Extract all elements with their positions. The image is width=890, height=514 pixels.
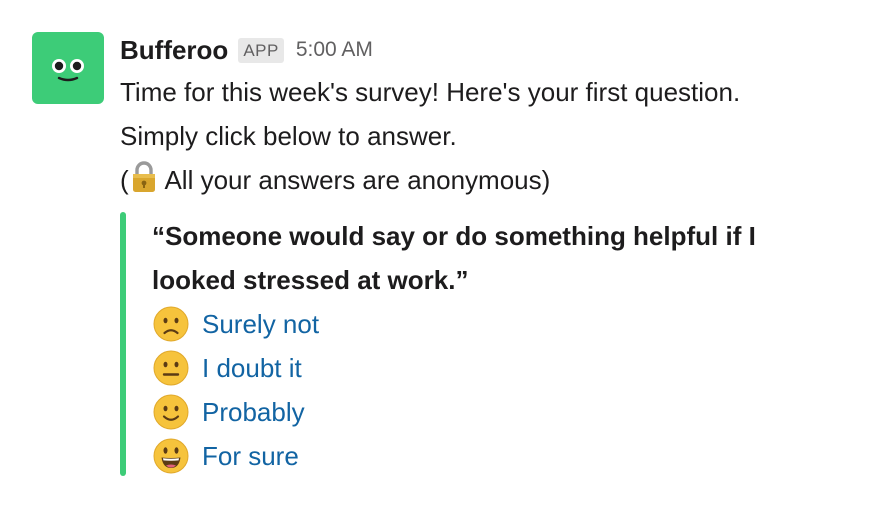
neutral-face-icon [153, 350, 189, 386]
message-timestamp[interactable]: 5:00 AM [296, 38, 373, 62]
option-label[interactable]: Surely not [202, 309, 319, 340]
option-label[interactable]: For sure [202, 441, 299, 472]
sender-name[interactable]: Bufferoo [120, 35, 228, 66]
survey-question-line-2: looked stressed at work.” [152, 265, 469, 295]
option-label[interactable]: Probably [202, 397, 305, 428]
anonymous-note: All your answers are anonymous) [158, 165, 551, 195]
option-i-doubt-it[interactable]: I doubt it [152, 346, 752, 390]
bufferoo-face-icon [52, 59, 84, 82]
attachment-accent-bar [120, 212, 126, 476]
app-badge: APP [238, 37, 284, 63]
option-for-sure[interactable]: For sure [152, 434, 752, 478]
slightly-frowning-face-icon [153, 306, 189, 342]
survey-options: Surely not I doubt it Probably For sure [152, 302, 752, 478]
message-line-2: Simply click below to answer. [120, 121, 457, 151]
survey-question: “Someone would say or do something helpf… [152, 214, 812, 302]
message-header: Bufferoo APP 5:00 AM [120, 30, 880, 70]
message-line-3: ( All your answers are anonymous) [120, 158, 880, 202]
paren-open: ( [120, 165, 129, 195]
survey-attachment: “Someone would say or do something helpf… [120, 212, 840, 476]
slightly-smiling-face-icon [153, 394, 189, 430]
option-label[interactable]: I doubt it [202, 353, 302, 384]
survey-question-line-1: “Someone would say or do something helpf… [152, 221, 756, 251]
option-surely-not[interactable]: Surely not [152, 302, 752, 346]
message-content: Bufferoo APP 5:00 AM Time for this week'… [120, 30, 880, 476]
lock-icon [132, 161, 155, 192]
grinning-face-icon [153, 438, 189, 474]
bot-avatar[interactable] [32, 32, 104, 104]
option-probably[interactable]: Probably [152, 390, 752, 434]
message-line-1: Time for this week's survey! Here's your… [120, 77, 741, 107]
